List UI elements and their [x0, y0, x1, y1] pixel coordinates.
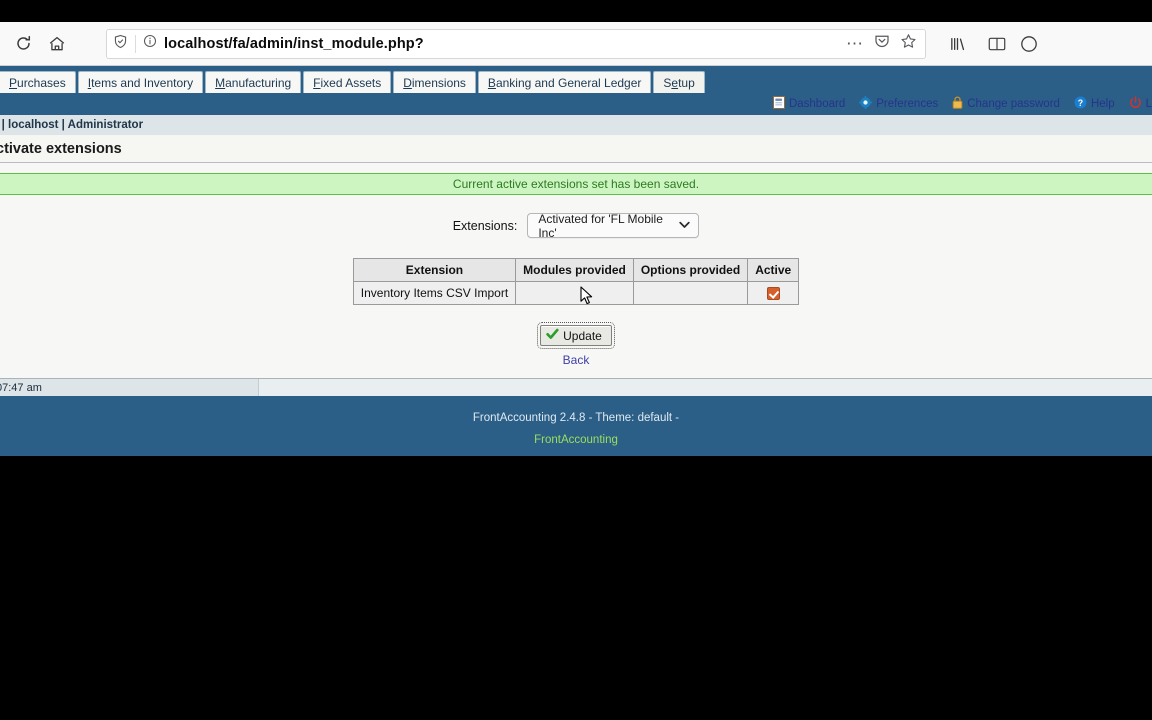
status-time: 07:47 am [0, 381, 42, 394]
update-button[interactable]: Update [537, 322, 615, 350]
page-title: ctivate extensions [0, 140, 122, 157]
extensions-table-head: Extension Modules provided Options provi… [352, 258, 800, 282]
tab-items-and-inventory[interactable]: Items and Inventory [77, 71, 204, 93]
preferences-link-label: Preferences [876, 98, 939, 110]
url-text[interactable]: localhost/fa/admin/inst_module.php? [164, 36, 839, 52]
page-info-icon[interactable] [143, 34, 157, 53]
window-titlebar [0, 0, 1152, 22]
update-button-label: Update [563, 328, 602, 343]
tab-dimensions-accesskey: D [403, 76, 412, 90]
col-active: Active [747, 258, 800, 282]
tab-setup-label-post: tup [678, 76, 695, 90]
pocket-icon[interactable] [874, 33, 890, 54]
tab-manufacturing[interactable]: Manufacturing [205, 71, 302, 93]
extensions-select[interactable]: Activated for 'FL Mobile Inc' [527, 211, 700, 240]
status-bar-right-segment [258, 379, 1152, 396]
home-icon[interactable] [40, 29, 74, 59]
dashboard-icon [772, 96, 785, 112]
help-link[interactable]: ? Help [1074, 96, 1125, 112]
tab-fixed-assets-label: ixed Assets [320, 76, 382, 90]
chevron-down-icon [679, 220, 690, 232]
help-link-label: Help [1090, 98, 1115, 110]
empty-viewport-area [0, 456, 1152, 720]
library-icon[interactable] [940, 29, 974, 59]
back-link[interactable]: Back [0, 353, 1152, 367]
tab-fixed-assets-accesskey: F [313, 76, 321, 90]
dashboard-link[interactable]: Dashboard [772, 96, 855, 112]
sidebar-icon[interactable] [980, 29, 1014, 59]
col-options-provided: Options provided [632, 258, 749, 282]
help-icon: ? [1074, 96, 1087, 112]
col-extension: Extension [352, 258, 517, 282]
col-modules-provided: Modules provided [515, 258, 634, 282]
extensions-select-value: Activated for 'FL Mobile Inc' [538, 211, 663, 240]
tab-banking-and-general-ledger[interactable]: Banking and General Ledger [477, 71, 652, 93]
addressbar-divider [135, 34, 136, 53]
preferences-link[interactable]: Preferences [859, 96, 948, 112]
tab-purchases[interactable]: Purchases [0, 71, 76, 93]
tab-dimensions-label: imensions [411, 76, 466, 90]
footer-text: FrontAccounting 2.4.8 - Theme: default - [472, 412, 680, 424]
company-info-bar: s | localhost | Administrator [0, 115, 1152, 135]
tab-banking-label: anking and General Ledger [495, 76, 642, 90]
success-message: Current active extensions set has been s… [0, 173, 1152, 195]
page-title-bar: ctivate extensions [0, 135, 1152, 163]
cell-active [747, 280, 800, 306]
screen: localhost/fa/admin/inst_module.php? ⋯ Pu… [0, 0, 1152, 720]
tab-manufacturing-label: anufacturing [225, 76, 292, 90]
mouse-cursor [580, 286, 594, 306]
account-icon[interactable] [1020, 29, 1038, 59]
table-header-row: Extension Modules provided Options provi… [352, 258, 800, 282]
address-bar[interactable]: localhost/fa/admin/inst_module.php? ⋯ [106, 28, 926, 59]
logout-link-label: L [1145, 98, 1152, 110]
tab-purchases-label: urchases [17, 76, 66, 90]
reload-icon[interactable] [6, 29, 40, 59]
gear-icon [859, 96, 873, 112]
page-body: Extensions: Activated for 'FL Mobile Inc… [0, 195, 1152, 367]
power-icon [1129, 96, 1142, 112]
table-row: Inventory Items CSV Import [352, 280, 800, 306]
tab-setup[interactable]: Setup [653, 71, 705, 93]
message-area: Current active extensions set has been s… [0, 163, 1152, 195]
success-message-text: Current active extensions set has been s… [452, 177, 700, 191]
change-password-link[interactable]: Change password [952, 96, 1070, 112]
status-bar: 07:47 am [0, 378, 1152, 396]
tab-banking-accesskey: B [487, 76, 496, 90]
lock-icon [952, 96, 963, 112]
addressbar-actions: ⋯ [846, 33, 919, 55]
dashboard-link-label: Dashboard [788, 98, 846, 110]
change-password-link-label: Change password [967, 98, 1060, 110]
main-menu-tabs: Purchases Items and Inventory Manufactur… [0, 66, 1152, 93]
active-checkbox[interactable] [766, 287, 780, 301]
tab-dimensions[interactable]: Dimensions [393, 71, 476, 93]
user-links: Dashboard Preferences Change password ? … [772, 96, 1152, 112]
extensions-selector-row: Extensions: Activated for 'FL Mobile Inc… [0, 211, 1152, 240]
logout-link[interactable]: L [1129, 96, 1152, 112]
extensions-table-body: Inventory Items CSV Import [352, 280, 800, 306]
tracking-protection-shield-icon[interactable] [113, 34, 128, 54]
extensions-table: Extension Modules provided Options provi… [352, 258, 800, 306]
form-actions: Update Back [0, 322, 1152, 367]
extensions-label: Extensions: [452, 218, 518, 233]
tab-items-label: tems and Inventory [91, 76, 194, 90]
page-footer: FrontAccounting 2.4.8 - Theme: default -… [0, 396, 1152, 456]
user-action-bar: Dashboard Preferences Change password ? … [0, 93, 1152, 115]
tab-purchases-accesskey: P [9, 76, 18, 90]
green-check-icon [546, 328, 559, 343]
tab-fixed-assets[interactable]: Fixed Assets [303, 71, 392, 93]
tab-manufacturing-accesskey: M [215, 76, 226, 90]
cell-modules-provided [515, 280, 634, 306]
star-bookmark-icon[interactable] [900, 33, 917, 55]
browser-navigation-bar: localhost/fa/admin/inst_module.php? ⋯ [0, 22, 1152, 66]
frontaccounting-page: Purchases Items and Inventory Manufactur… [0, 66, 1152, 398]
cell-extension-name: Inventory Items CSV Import [352, 280, 517, 306]
cell-options-provided [632, 280, 749, 306]
svg-text:?: ? [1078, 98, 1083, 108]
footer-frontaccounting-link[interactable]: FrontAccounting [534, 434, 618, 446]
browser-right-controls [940, 29, 1038, 59]
company-info-text: s | localhost | Administrator [0, 119, 144, 131]
ellipsis-icon[interactable]: ⋯ [846, 35, 864, 52]
